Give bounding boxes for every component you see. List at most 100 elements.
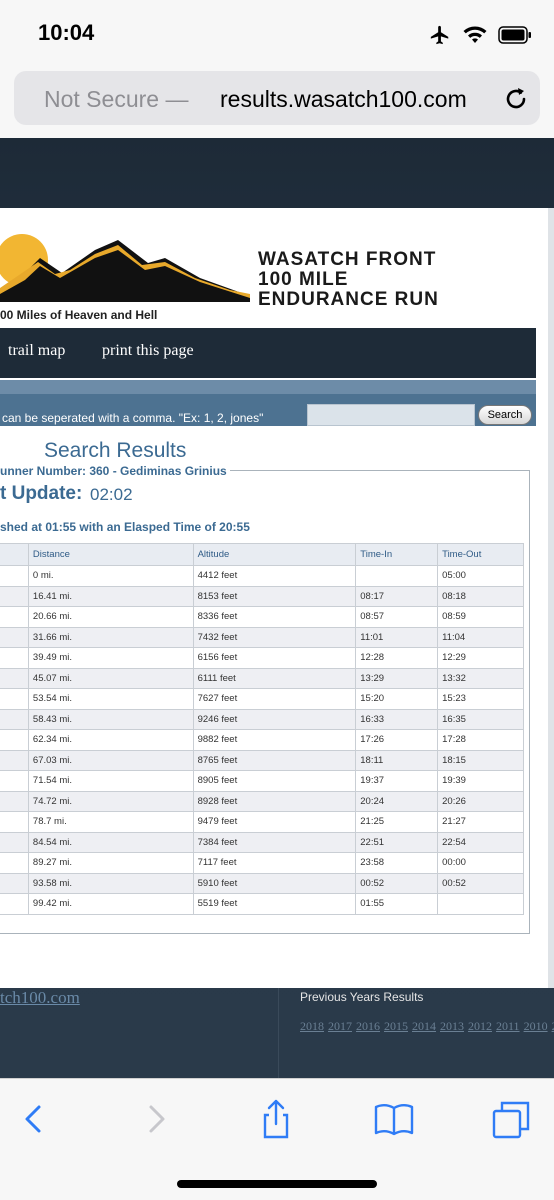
page-content: 00 Miles of Heaven and Hell WASATCH FRON…: [0, 208, 548, 988]
nav-bar: trail map print this page: [0, 328, 536, 378]
share-icon[interactable]: [254, 1097, 298, 1141]
previous-year-link[interactable]: 2013: [440, 1019, 464, 1033]
altitude-cell: 8765 feet: [192, 749, 357, 771]
distance-cell: 84.54 mi.: [27, 831, 194, 853]
distance-cell: 71.54 mi.: [27, 770, 194, 792]
page-viewport: 00 Miles of Heaven and Hell WASATCH FRON…: [0, 138, 554, 1078]
previous-year-link[interactable]: 2015: [384, 1019, 408, 1033]
time-out-cell: 21:27: [437, 811, 524, 833]
row-blank-cell: [0, 647, 29, 669]
status-time: 10:04: [38, 20, 95, 45]
table-row: 45.07 mi. 6111 feet 13:29 13:32: [0, 667, 524, 689]
time-in-cell: 17:26: [355, 729, 439, 751]
altitude-cell: 5910 feet: [192, 872, 357, 894]
status-bar: 10:04: [0, 0, 554, 66]
footer-site-link[interactable]: tch100.com: [0, 988, 80, 1008]
wifi-icon: [463, 26, 487, 43]
distance-cell: 58.43 mi.: [27, 708, 194, 730]
distance-cell: 78.7 mi.: [27, 811, 194, 833]
row-blank-cell: [0, 688, 29, 710]
time-in-cell: 00:52: [355, 872, 439, 894]
bookmarks-icon[interactable]: [372, 1097, 416, 1141]
distance-cell: 53.54 mi.: [27, 688, 194, 710]
row-blank-cell: [0, 770, 29, 792]
previous-year-link[interactable]: 2012: [468, 1019, 492, 1033]
forward-icon[interactable]: [134, 1097, 178, 1141]
time-in-cell: 21:25: [355, 811, 439, 833]
row-blank-cell: [0, 852, 29, 874]
time-out-cell: 15:23: [437, 688, 524, 710]
column-header-distance: Distance: [27, 543, 194, 566]
title-line-1: WASATCH FRONT: [258, 249, 437, 270]
back-icon[interactable]: [12, 1097, 56, 1141]
time-in-cell: 15:20: [355, 688, 439, 710]
table-row: 84.54 mi. 7384 feet 22:51 22:54: [0, 831, 524, 853]
previous-years-list: 2018201720162015201420132012201120102009…: [300, 1018, 554, 1034]
previous-years-title: Previous Years Results: [300, 990, 424, 1004]
previous-year-link[interactable]: 2011: [496, 1019, 520, 1033]
previous-year-link[interactable]: 2016: [356, 1019, 380, 1033]
title-line-3: ENDURANCE RUN: [258, 289, 439, 310]
altitude-cell: 7384 feet: [192, 831, 357, 853]
time-out-cell: 05:00: [437, 565, 524, 587]
altitude-cell: 4412 feet: [192, 565, 357, 587]
column-header-blank: [0, 543, 29, 566]
table-row: 16.41 mi. 8153 feet 08:17 08:18: [0, 585, 524, 607]
nav-print-page[interactable]: print this page: [102, 342, 194, 360]
previous-year-link[interactable]: 2017: [328, 1019, 352, 1033]
nav-trail-map[interactable]: trail map: [8, 342, 65, 360]
table-row: 78.7 mi. 9479 feet 21:25 21:27: [0, 811, 524, 833]
tabs-icon[interactable]: [490, 1097, 534, 1141]
address-bar[interactable]: Not Secure — results.wasatch100.com: [14, 71, 540, 125]
time-in-cell: 08:57: [355, 606, 439, 628]
distance-cell: 74.72 mi.: [27, 790, 194, 812]
row-blank-cell: [0, 565, 29, 587]
distance-cell: 0 mi.: [27, 565, 194, 587]
search-button[interactable]: Search: [478, 405, 532, 425]
table-header-row: Distance Altitude Time-In Time-Out: [0, 543, 524, 566]
time-out-cell: 20:26: [437, 790, 524, 812]
previous-year-link[interactable]: 2010: [524, 1019, 548, 1033]
altitude-cell: 9479 feet: [192, 811, 357, 833]
time-out-cell: 22:54: [437, 831, 524, 853]
tagline: 00 Miles of Heaven and Hell: [0, 308, 158, 322]
distance-cell: 89.27 mi.: [27, 852, 194, 874]
time-out-cell: [437, 893, 524, 915]
previous-year-link[interactable]: 2014: [412, 1019, 436, 1033]
column-header-time-in: Time-In: [355, 543, 439, 566]
table-row: 71.54 mi. 8905 feet 19:37 19:39: [0, 770, 524, 792]
time-out-cell: 08:18: [437, 585, 524, 607]
results-title: Search Results: [44, 439, 187, 462]
search-strip-top: [0, 380, 536, 394]
table-row: 20.66 mi. 8336 feet 08:57 08:59: [0, 606, 524, 628]
finish-summary: shed at 01:55 with an Elasped Time of 20…: [0, 520, 250, 534]
table-row: 58.43 mi. 9246 feet 16:33 16:35: [0, 708, 524, 730]
row-blank-cell: [0, 626, 29, 648]
altitude-cell: 8928 feet: [192, 790, 357, 812]
airplane-icon: [430, 25, 449, 45]
mountain-logo: [0, 234, 250, 302]
table-row: 0 mi. 4412 feet 05:00: [0, 565, 524, 587]
status-icons: [428, 22, 532, 48]
time-out-cell: 12:29: [437, 647, 524, 669]
splits-table: Distance Altitude Time-In Time-Out 0 mi.…: [0, 543, 524, 915]
reload-icon[interactable]: [502, 85, 530, 113]
column-header-altitude: Altitude: [192, 543, 357, 566]
distance-cell: 39.49 mi.: [27, 647, 194, 669]
time-in-cell: 23:58: [355, 852, 439, 874]
row-blank-cell: [0, 831, 29, 853]
altitude-cell: 8336 feet: [192, 606, 357, 628]
time-in-cell: 22:51: [355, 831, 439, 853]
search-input[interactable]: [307, 404, 475, 426]
row-blank-cell: [0, 585, 29, 607]
row-blank-cell: [0, 729, 29, 751]
home-indicator: [177, 1180, 377, 1188]
time-out-cell: 17:28: [437, 729, 524, 751]
last-update-time: 02:02: [90, 485, 133, 504]
footer-divider: [278, 988, 279, 1078]
previous-year-link[interactable]: 2018: [300, 1019, 324, 1033]
time-out-cell: 19:39: [437, 770, 524, 792]
row-blank-cell: [0, 811, 29, 833]
altitude-cell: 5519 feet: [192, 893, 357, 915]
not-secure-label: Not Secure —: [44, 86, 189, 112]
